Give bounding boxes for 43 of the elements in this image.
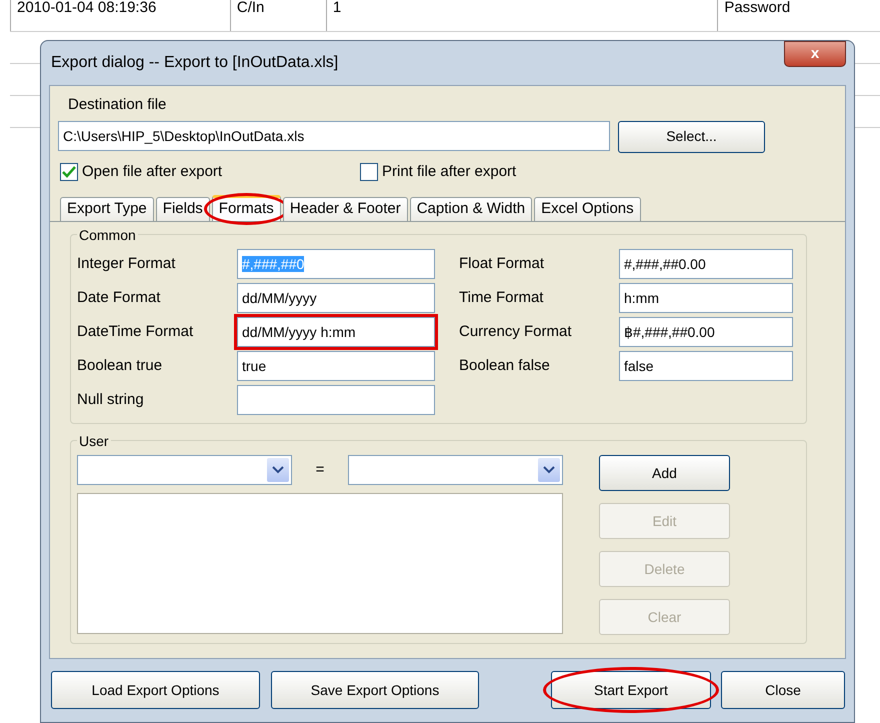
format-field[interactable]: #,###,##0.00 bbox=[619, 249, 793, 279]
field-label: Currency Format bbox=[459, 322, 573, 342]
format-field[interactable]: dd/MM/yyyy h:mm bbox=[237, 317, 435, 347]
field-label: Null string bbox=[77, 390, 145, 410]
format-field[interactable]: true bbox=[237, 351, 435, 381]
format-field[interactable]: dd/MM/yyyy bbox=[237, 283, 435, 313]
equals-sign: = bbox=[316, 460, 324, 480]
field-label: Boolean false bbox=[459, 356, 551, 376]
tab[interactable]: Excel Options bbox=[534, 197, 641, 221]
format-field[interactable]: ฿#,###,##0.00 bbox=[619, 317, 793, 347]
field-label: Boolean true bbox=[77, 356, 164, 376]
table-cell: 1 bbox=[326, 0, 718, 31]
checkbox-label: Open file after export bbox=[82, 162, 222, 182]
checkbox[interactable] bbox=[60, 162, 78, 181]
format-field[interactable]: h:mm bbox=[619, 283, 793, 313]
select-button[interactable]: Select... bbox=[618, 120, 765, 152]
window-title: Export dialog -- Export to [InOutData.xls] bbox=[51, 53, 338, 73]
checkbox-label: Print file after export bbox=[382, 162, 516, 182]
field-label: Integer Format bbox=[77, 254, 176, 274]
destination-field[interactable]: C:\Users\HIP_5\Desktop\InOutData.xls bbox=[58, 120, 610, 150]
footer-button[interactable]: Start Export bbox=[551, 671, 711, 709]
footer-button[interactable]: Save Export Options bbox=[271, 671, 479, 709]
action-button[interactable]: Add bbox=[599, 455, 730, 491]
field-label: Float Format bbox=[459, 254, 546, 274]
field-label: Destination file bbox=[68, 95, 166, 115]
format-field[interactable]: false bbox=[619, 351, 793, 381]
footer-button[interactable]: Load Export Options bbox=[51, 671, 260, 709]
table-cell: Password bbox=[717, 0, 880, 31]
tab[interactable]: Caption & Width bbox=[410, 197, 532, 221]
field-label: DateTime Format bbox=[77, 322, 194, 342]
footer-button[interactable]: Close bbox=[721, 671, 845, 709]
value-dropdown[interactable] bbox=[348, 455, 563, 485]
format-field[interactable] bbox=[237, 385, 435, 415]
field-label: Date Format bbox=[77, 288, 162, 308]
checkbox[interactable] bbox=[360, 162, 378, 181]
field-label: Time Format bbox=[459, 288, 544, 308]
table-cell: C/In bbox=[230, 0, 326, 31]
tab[interactable]: Header & Footer bbox=[282, 197, 408, 221]
name-dropdown[interactable] bbox=[77, 455, 292, 485]
table-cell: 2010-01-04 08:19:36 bbox=[10, 0, 230, 31]
tab[interactable]: Export Type bbox=[60, 197, 154, 221]
tab[interactable]: Formats bbox=[212, 195, 281, 221]
tab[interactable]: Fields bbox=[156, 197, 210, 221]
